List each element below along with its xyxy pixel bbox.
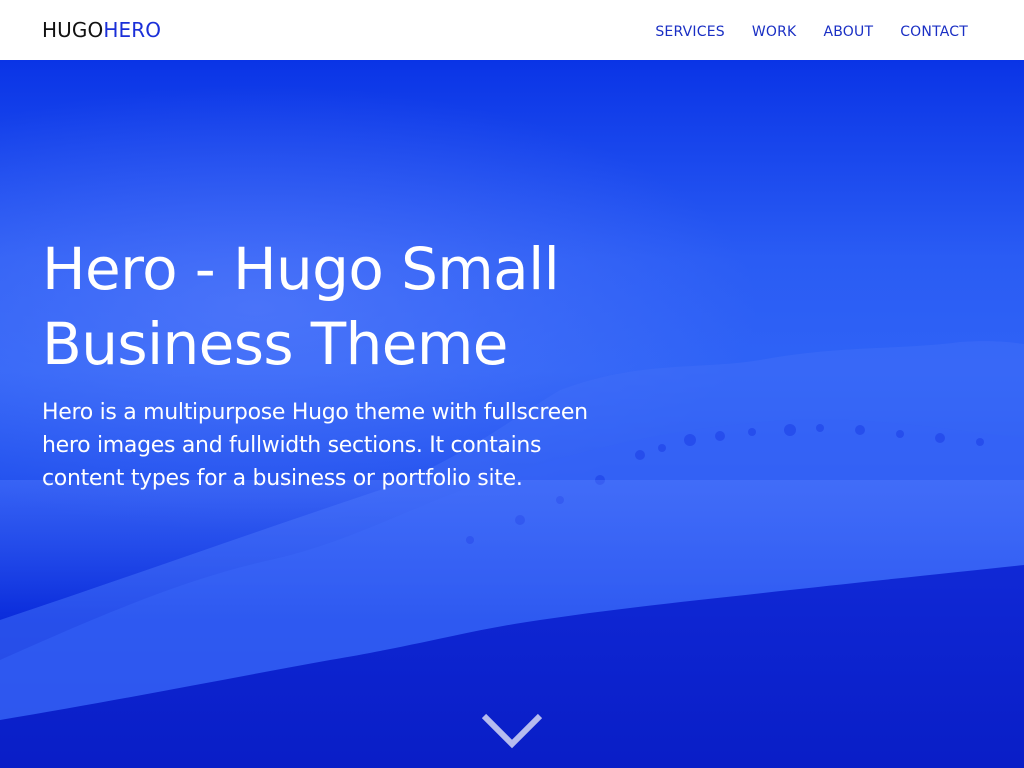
hero-title: Hero - Hugo Small Business Theme <box>42 235 560 378</box>
nav-link-about[interactable]: ABOUT <box>823 24 873 40</box>
nav-link-services[interactable]: SERVICES <box>655 24 725 40</box>
hero-content: Hero - Hugo Small Business Theme Hero is… <box>42 232 622 495</box>
nav-item-contact: CONTACT <box>900 21 968 40</box>
nav-link-work[interactable]: WORK <box>752 24 797 40</box>
hero-section: Hero - Hugo Small Business Theme Hero is… <box>0 60 1024 768</box>
brand-logo-part1: HUGO <box>42 18 104 42</box>
brand-logo-part2: HERO <box>103 18 162 42</box>
hero-subtitle: Hero is a multipurpose Hugo theme with f… <box>42 400 588 491</box>
nav-item-services: SERVICES <box>655 21 725 40</box>
scroll-down-button[interactable] <box>481 712 543 752</box>
nav-item-work: WORK <box>752 21 797 40</box>
chevron-down-icon <box>481 713 543 749</box>
brand-logo[interactable]: HUGO HERO <box>42 18 161 42</box>
nav-menu: SERVICES WORK ABOUT CONTACT <box>628 21 968 40</box>
nav-item-about: ABOUT <box>823 21 873 40</box>
navbar: HUGO HERO SERVICES WORK ABOUT CONTACT <box>0 0 1024 60</box>
nav-link-contact[interactable]: CONTACT <box>900 24 968 40</box>
